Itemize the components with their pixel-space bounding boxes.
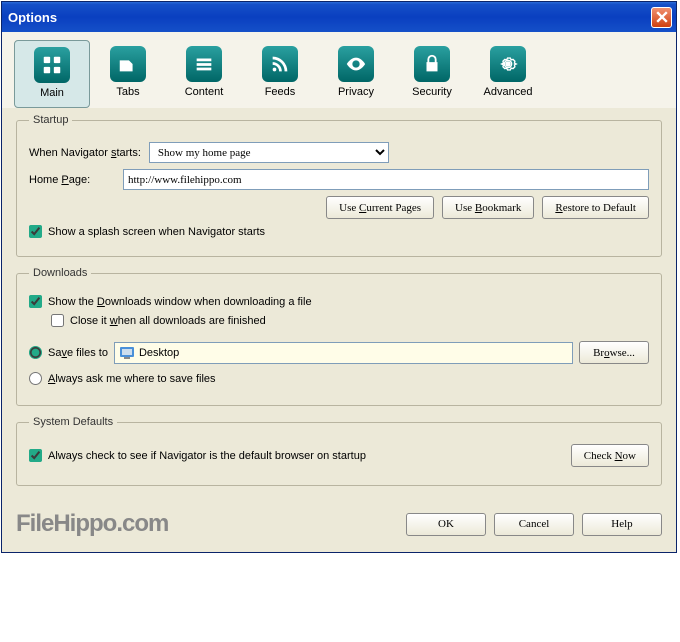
close-when-done-checkbox[interactable] — [51, 314, 64, 327]
eye-icon — [338, 46, 374, 82]
save-files-to-radio[interactable] — [29, 346, 42, 359]
dialog-button-bar: FileHippo.com OK Cancel Help — [2, 506, 676, 552]
when-starts-select[interactable]: Show my home page — [149, 142, 389, 163]
gear-icon — [490, 46, 526, 82]
show-downloads-checkbox[interactable] — [29, 295, 42, 308]
default-browser-label: Always check to see if Navigator is the … — [48, 450, 366, 462]
startup-group: Startup When Navigator starts: Show my h… — [16, 114, 662, 257]
watermark: FileHippo.com — [16, 510, 398, 538]
tab-advanced[interactable]: Advanced — [470, 40, 546, 108]
tab-content[interactable]: Content — [166, 40, 242, 108]
system-defaults-legend: System Defaults — [29, 416, 117, 428]
system-defaults-group: System Defaults Always check to see if N… — [16, 416, 662, 486]
home-page-label: Home Page: — [29, 174, 115, 186]
startup-legend: Startup — [29, 114, 72, 126]
always-ask-label: Always ask me where to save files — [48, 373, 216, 385]
window-title: Options — [8, 10, 57, 25]
tab-feeds[interactable]: Feeds — [242, 40, 318, 108]
show-downloads-label: Show the Downloads window when downloadi… — [48, 296, 312, 308]
help-button[interactable]: Help — [582, 513, 662, 536]
use-bookmark-button[interactable]: Use Bookmark — [442, 196, 534, 219]
close-button[interactable] — [651, 7, 672, 28]
save-path-display: Desktop — [114, 342, 573, 364]
titlebar[interactable]: Options — [2, 2, 676, 32]
tab-privacy[interactable]: Privacy — [318, 40, 394, 108]
splash-screen-checkbox[interactable] — [29, 225, 42, 238]
close-icon — [656, 11, 668, 23]
lock-icon — [414, 46, 450, 82]
splash-screen-label: Show a splash screen when Navigator star… — [48, 226, 265, 238]
save-files-to-label: Save files to — [48, 347, 108, 359]
check-now-button[interactable]: Check Now — [571, 444, 649, 467]
options-dialog: Options Main Tabs Content Feeds Privacy — [1, 1, 677, 553]
default-browser-checkbox[interactable] — [29, 449, 42, 462]
tab-tabs[interactable]: Tabs — [90, 40, 166, 108]
rss-icon — [262, 46, 298, 82]
tab-main[interactable]: Main — [14, 40, 90, 108]
close-when-done-label: Close it when all downloads are finished — [70, 315, 266, 327]
tab-security[interactable]: Security — [394, 40, 470, 108]
use-current-pages-button[interactable]: Use Current Pages — [326, 196, 434, 219]
always-ask-radio[interactable] — [29, 372, 42, 385]
main-panel: Startup When Navigator starts: Show my h… — [2, 108, 676, 506]
browse-button[interactable]: Browse... — [579, 341, 649, 364]
tab-icon — [110, 46, 146, 82]
restore-default-button[interactable]: Restore to Default — [542, 196, 649, 219]
when-starts-label: When Navigator starts: — [29, 147, 141, 159]
home-page-input[interactable] — [123, 169, 649, 190]
category-toolbar: Main Tabs Content Feeds Privacy Security… — [2, 32, 676, 108]
downloads-legend: Downloads — [29, 267, 91, 279]
cancel-button[interactable]: Cancel — [494, 513, 574, 536]
stack-icon — [186, 46, 222, 82]
downloads-group: Downloads Show the Downloads window when… — [16, 267, 662, 406]
grid-icon — [34, 47, 70, 83]
desktop-icon — [119, 345, 135, 361]
ok-button[interactable]: OK — [406, 513, 486, 536]
